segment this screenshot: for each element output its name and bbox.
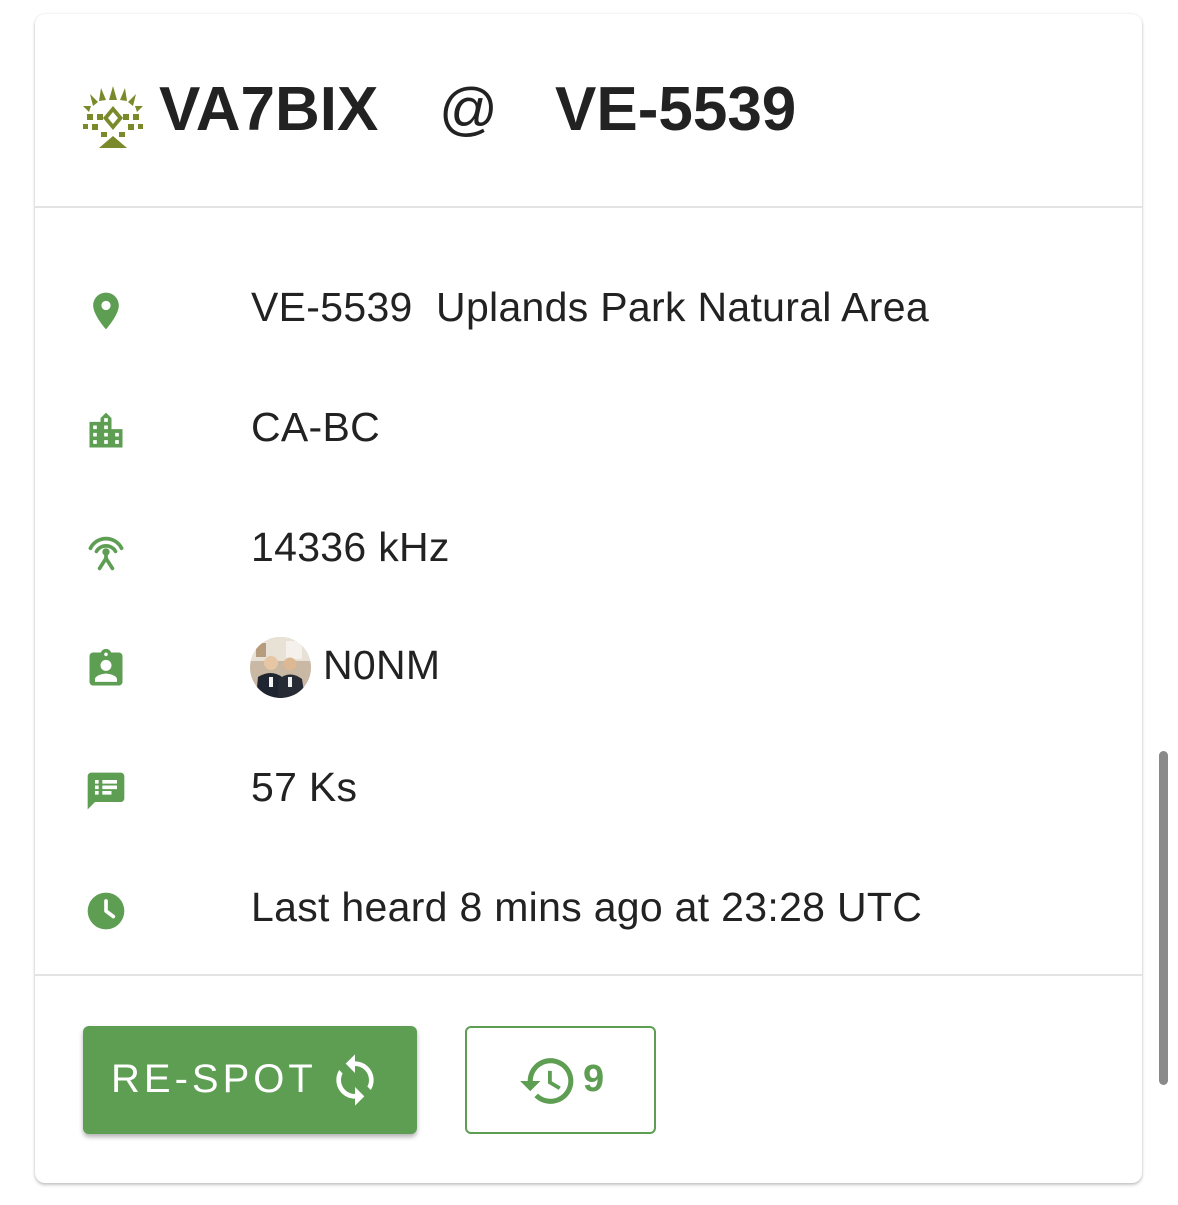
spotter-callsign[interactable]: N0NM [323,630,440,700]
park-reference[interactable]: VE-5539 [555,74,796,146]
at-sign: @ [439,77,498,142]
history-button[interactable]: 9 [465,1026,656,1134]
spot-card: VA7BIX @ VE-5539 VE-5539 Uplands Park Na… [35,14,1142,1183]
badge-icon [89,648,123,686]
respot-button[interactable]: RE-SPOT [83,1026,417,1134]
respot-label: RE-SPOT [111,1057,317,1101]
park-name[interactable]: VE-5539 Uplands Park Natural Area [251,272,929,342]
last-heard-value: Last heard 8 mins ago at 23:28 UTC [251,884,923,930]
comment-row: 57 Ks [35,752,1142,822]
last-heard-row: Last heard 8 mins ago at 23:28 UTC [35,872,1142,942]
frequency-value: 14336 kHz [251,524,450,570]
map-pin-icon [93,292,119,330]
spotter-row: N0NM [35,630,1142,700]
refresh-icon [336,1054,374,1106]
spotter-avatar[interactable] [250,637,311,698]
building-icon [89,412,123,448]
comment-icon [87,772,125,810]
location-value: CA-BC [251,404,381,450]
clock-icon [87,892,125,930]
spot-header: VA7BIX @ VE-5539 [35,14,1142,208]
history-count: 9 [583,1058,605,1100]
antenna-icon [88,536,124,571]
scrollbar[interactable] [1159,751,1168,1085]
comment-value: 57 Ks [251,764,358,810]
spot-details: VE-5539 Uplands Park Natural Area CA-BC … [35,208,1142,974]
park-row: VE-5539 Uplands Park Natural Area [35,272,1142,342]
history-icon [520,1058,574,1104]
pota-logo-icon [83,86,143,148]
location-row: CA-BC [35,392,1142,462]
activator-callsign[interactable]: VA7BIX [159,74,378,146]
frequency-row: 14336 kHz [35,512,1142,582]
card-actions: RE-SPOT 9 [35,974,1142,1185]
